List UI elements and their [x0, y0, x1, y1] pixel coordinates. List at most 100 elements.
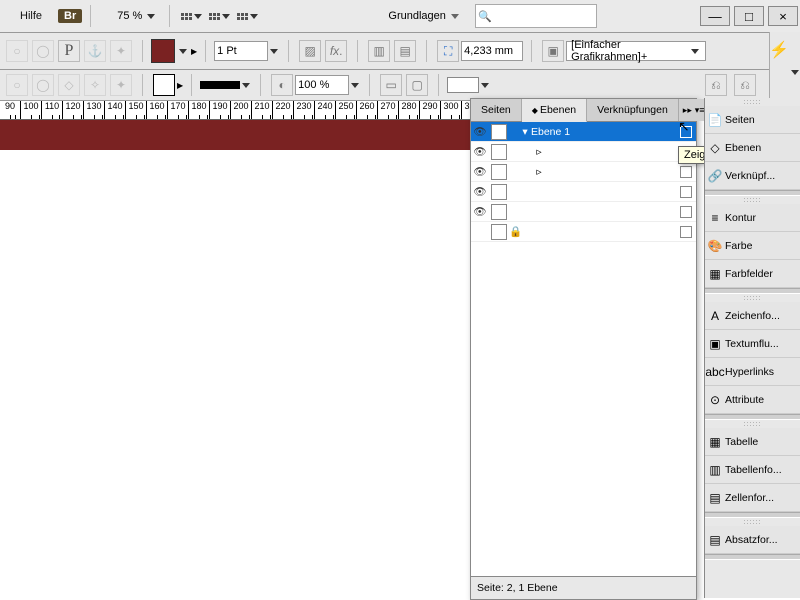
gradient-icon[interactable]: ▨: [299, 40, 321, 62]
target-icon[interactable]: [680, 126, 692, 138]
layer-thumb: [491, 204, 507, 220]
disclosure-icon[interactable]: ▾: [521, 126, 529, 138]
layers-panel: Seiten ◆Ebenen Verknüpfungen ▸▸ ▾≡ 👁▾Ebe…: [470, 98, 697, 600]
layer-label: Ebene 1: [531, 126, 570, 138]
dock-item[interactable]: ▤Zellenfor...: [705, 484, 800, 512]
size-field[interactable]: 4,233 mm: [461, 41, 523, 61]
dock-grip[interactable]: ::::::: [705, 98, 800, 106]
ruler-tick: 180: [189, 101, 210, 119]
crop-icon[interactable]: ⛶: [437, 40, 459, 62]
ruler-tick: 120: [63, 101, 84, 119]
dock-item[interactable]: ▣Textumflu...: [705, 330, 800, 358]
dock-grip[interactable]: ::::::: [705, 196, 800, 204]
bridge-button[interactable]: Br: [58, 9, 82, 23]
dock-grip[interactable]: ::::::: [705, 518, 800, 526]
dock-item[interactable]: ⊙Attribute: [705, 386, 800, 414]
target-icon[interactable]: [680, 166, 692, 178]
extras-icon-2[interactable]: ⎌: [734, 74, 756, 96]
extras-icon-1[interactable]: ⎌: [705, 74, 727, 96]
dock-item[interactable]: 🔗Verknüpf...: [705, 162, 800, 190]
layer-row[interactable]: 👁▹: [471, 162, 696, 182]
effects-icon[interactable]: fx.: [325, 40, 347, 62]
stroke-swatch[interactable]: [153, 74, 175, 96]
row2-misc-1[interactable]: ▭: [380, 74, 402, 96]
arrow-start-select[interactable]: [447, 77, 479, 93]
anchor-icon[interactable]: ⚓: [84, 40, 106, 62]
dock-item-label: Ebenen: [725, 142, 761, 154]
ruler-tick: 100: [21, 101, 42, 119]
tab-links[interactable]: Verknüpfungen: [587, 99, 679, 121]
visibility-toggle-icon[interactable]: 👁: [471, 185, 489, 198]
dock-item[interactable]: ▥Tabellenfo...: [705, 456, 800, 484]
row2-misc-2[interactable]: ▢: [406, 74, 428, 96]
visibility-toggle-icon[interactable]: 👁: [471, 145, 489, 158]
ruler-tick: 260: [357, 101, 378, 119]
workspace-selector[interactable]: Grundlagen: [382, 10, 467, 22]
opacity-icon[interactable]: ◐: [271, 74, 293, 96]
help-menu[interactable]: Hilfe: [12, 6, 50, 26]
row2-icon-3[interactable]: ◇: [58, 74, 80, 96]
disclosure-icon[interactable]: ▹: [535, 146, 543, 158]
dock-item[interactable]: 📄Seiten: [705, 106, 800, 134]
visibility-toggle-icon[interactable]: 👁: [471, 205, 489, 218]
bug-icon[interactable]: ✦: [110, 40, 132, 62]
close-button[interactable]: ×: [768, 6, 798, 26]
row2-icon-4[interactable]: ✧: [84, 74, 106, 96]
layer-row[interactable]: 👁 ▾Ebene 1: [471, 122, 696, 142]
layer-row[interactable]: 👁: [471, 202, 696, 222]
maximize-button[interactable]: □: [734, 6, 764, 26]
dock-item[interactable]: ▦Tabelle: [705, 428, 800, 456]
dock-grip[interactable]: ::::::: [705, 294, 800, 302]
visibility-toggle-icon[interactable]: 👁: [471, 165, 489, 178]
dock-grip[interactable]: ::::::: [705, 420, 800, 428]
opacity-field[interactable]: 100 %: [295, 75, 349, 95]
quick-apply-column[interactable]: ⚡: [769, 32, 800, 106]
paragraph-icon[interactable]: P: [58, 40, 80, 62]
dock-item[interactable]: ▤Absatzfor...: [705, 526, 800, 554]
fill-swatch[interactable]: [151, 39, 175, 63]
layer-row[interactable]: 🔒: [471, 222, 696, 242]
view-mode-2-button[interactable]: [206, 2, 234, 30]
dock-item-icon: 📄: [705, 113, 725, 127]
dock-item-icon: 🎨: [705, 239, 725, 253]
frame-type-select[interactable]: [Einfacher Grafikrahmen]+: [566, 41, 706, 61]
dock-item[interactable]: 🎨Farbe: [705, 232, 800, 260]
visibility-toggle-icon[interactable]: 👁: [471, 125, 489, 138]
row2-icon-5[interactable]: ✦: [110, 74, 132, 96]
target-icon[interactable]: [680, 186, 692, 198]
layer-row[interactable]: 👁▹: [471, 142, 696, 162]
target-icon[interactable]: [680, 206, 692, 218]
line-style-preview[interactable]: [200, 81, 240, 89]
row2-icon-1[interactable]: ○: [6, 74, 28, 96]
swap-icon[interactable]: ▶: [191, 47, 197, 56]
layer-thumb: [491, 184, 507, 200]
view-mode-1-button[interactable]: [178, 2, 206, 30]
shape-circle-icon[interactable]: ◯: [32, 40, 54, 62]
distribute-icon[interactable]: ▤: [394, 40, 416, 62]
stroke-weight-field[interactable]: 1 Pt: [214, 41, 268, 61]
dock-item[interactable]: ≡Kontur: [705, 204, 800, 232]
frame-type-icon[interactable]: ▣: [542, 40, 564, 62]
dock-item-label: Hyperlinks: [725, 366, 774, 378]
tab-pages[interactable]: Seiten: [471, 99, 522, 121]
dock-item[interactable]: abcHyperlinks: [705, 358, 800, 386]
shape-ellipse-icon[interactable]: ○: [6, 40, 28, 62]
dock-item[interactable]: ▦Farbfelder: [705, 260, 800, 288]
minimize-button[interactable]: —: [700, 6, 730, 26]
search-input[interactable]: 🔍: [475, 4, 597, 28]
row2-icon-2[interactable]: ◯: [32, 74, 54, 96]
view-mode-3-button[interactable]: [234, 2, 262, 30]
target-icon[interactable]: [680, 226, 692, 238]
align-icon[interactable]: ▥: [368, 40, 390, 62]
layer-row[interactable]: 👁: [471, 182, 696, 202]
tab-layers[interactable]: ◆Ebenen: [522, 99, 587, 122]
layer-thumb: [491, 124, 507, 140]
swatch-dropdown-icon[interactable]: [179, 49, 187, 54]
dock-item[interactable]: AZeichenfo...: [705, 302, 800, 330]
dock-item[interactable]: ◇Ebenen: [705, 134, 800, 162]
page-rectangle: [0, 120, 470, 150]
disclosure-icon[interactable]: ▹: [535, 166, 543, 178]
ruler-tick: 190: [210, 101, 231, 119]
zoom-field[interactable]: 75 %: [113, 10, 161, 22]
swap2-icon[interactable]: ▶: [177, 81, 183, 90]
